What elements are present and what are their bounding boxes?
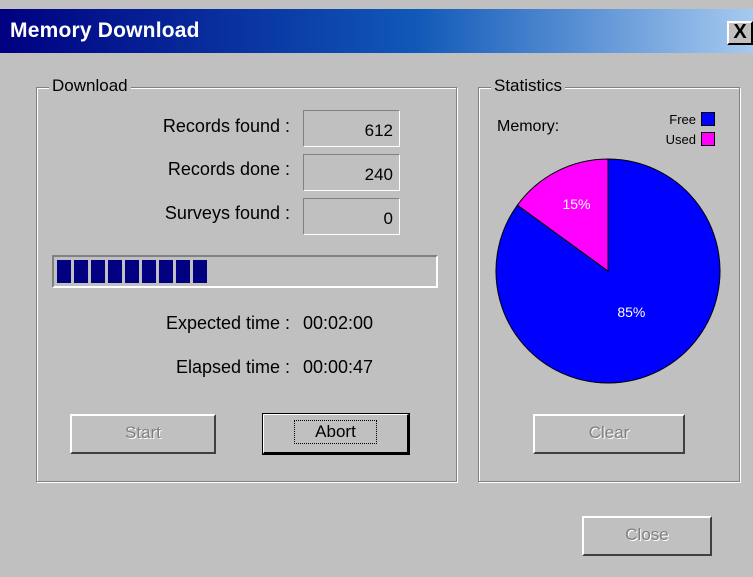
window-title: Memory Download: [10, 19, 200, 42]
close-icon[interactable]: X: [727, 21, 753, 45]
memory-download-window: Memory Download X Download Records found…: [0, 0, 753, 577]
statistics-group-title: Statistics: [491, 76, 566, 96]
legend-free-label: Free: [669, 112, 696, 127]
abort-button[interactable]: Abort: [262, 413, 410, 455]
progress-block: [176, 260, 190, 283]
legend-used-label: Used: [665, 132, 696, 147]
memory-pie-chart: 85% 15%: [495, 158, 721, 384]
expected-time-value: 00:02:00: [303, 313, 374, 333]
progress-block: [108, 260, 122, 283]
progress-block: [142, 260, 156, 283]
records-found-label: Records found :: [162, 116, 290, 136]
surveys-found-value: 0: [303, 198, 400, 235]
title-bar[interactable]: Memory Download X: [0, 9, 753, 53]
pie-label-used: 15%: [562, 196, 590, 212]
records-done-value: 240: [303, 154, 400, 191]
progress-block: [57, 260, 71, 283]
download-group-title: Download: [49, 76, 131, 96]
start-button[interactable]: Start: [70, 414, 216, 454]
progress-block: [159, 260, 173, 283]
abort-button-label: Abort: [294, 420, 377, 444]
close-button[interactable]: Close: [582, 516, 712, 556]
pie-label-free: 85%: [617, 304, 645, 320]
records-done-label: Records done :: [167, 159, 290, 179]
legend-free-swatch: [701, 112, 715, 126]
progress-block: [91, 260, 105, 283]
surveys-found-label: Surveys found :: [164, 203, 290, 223]
elapsed-time-value: 00:00:47: [303, 357, 374, 377]
clear-button[interactable]: Clear: [533, 414, 685, 454]
legend-used-swatch: [701, 132, 715, 146]
download-progress-bar: [52, 255, 438, 288]
elapsed-time-label: Elapsed time :: [175, 357, 290, 377]
progress-block: [74, 260, 88, 283]
records-found-value: 612: [303, 110, 400, 147]
memory-label: Memory:: [497, 118, 560, 135]
progress-block: [193, 260, 207, 283]
expected-time-label: Expected time :: [165, 313, 290, 333]
progress-block: [125, 260, 139, 283]
